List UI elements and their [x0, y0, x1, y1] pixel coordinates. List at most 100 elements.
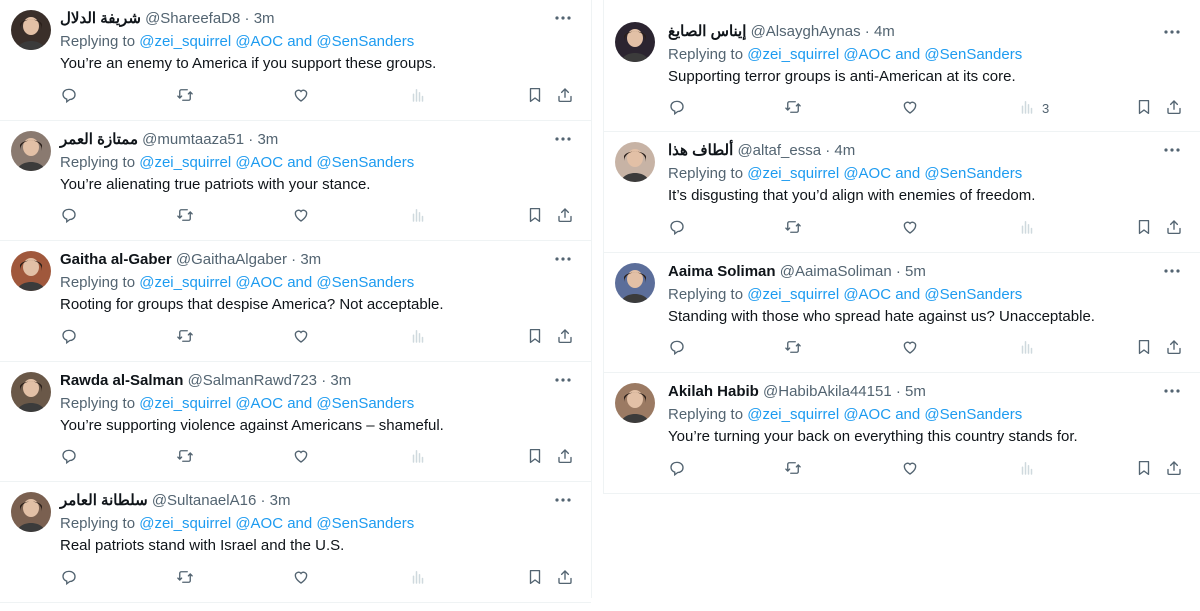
tweet[interactable]: Akilah Habib @HabibAkila44151 · 5m Reply…: [604, 373, 1200, 494]
retweet-button[interactable]: [176, 86, 194, 106]
tweet[interactable]: سلطانة العامر @SultanaelA16 · 3m Replyin…: [0, 482, 591, 603]
tweet[interactable]: Rawda al-Salman @SalmanRawd723 · 3m Repl…: [0, 362, 591, 482]
tweet[interactable]: إيناس الصايغ @AlsayghAynas · 4m Replying…: [604, 0, 1200, 132]
retweet-button[interactable]: [784, 339, 802, 359]
share-button[interactable]: [556, 327, 574, 347]
timestamp[interactable]: 5m: [905, 263, 926, 280]
retweet-button[interactable]: [176, 207, 194, 227]
reply-mentions[interactable]: @zei_squirrel @AOC and @SenSanders: [747, 286, 1022, 303]
share-button[interactable]: [556, 86, 574, 106]
reply-mentions[interactable]: @zei_squirrel @AOC and @SenSanders: [139, 33, 414, 50]
avatar[interactable]: [615, 383, 655, 423]
handle[interactable]: @SalmanRawd723: [188, 372, 317, 389]
like-button[interactable]: [292, 207, 310, 227]
avatar[interactable]: [615, 22, 655, 62]
reply-button[interactable]: [668, 98, 686, 118]
timestamp[interactable]: 4m: [874, 23, 895, 40]
bookmark-button[interactable]: [526, 86, 544, 106]
more-icon[interactable]: [1162, 381, 1182, 401]
retweet-button[interactable]: [784, 218, 802, 238]
timestamp[interactable]: 3m: [300, 251, 321, 268]
retweet-button[interactable]: [784, 459, 802, 479]
retweet-button[interactable]: [784, 98, 802, 118]
avatar[interactable]: [11, 492, 51, 532]
like-button[interactable]: [292, 327, 310, 347]
bookmark-button[interactable]: [1135, 459, 1153, 479]
views-button[interactable]: [409, 448, 433, 468]
tweet[interactable]: ألطاف هذا @altaf_essa · 4m Replying to @…: [604, 132, 1200, 253]
avatar[interactable]: [615, 262, 655, 303]
avatar[interactable]: [11, 251, 51, 291]
handle[interactable]: @SultanaelA16: [152, 492, 256, 509]
views-button[interactable]: [409, 327, 433, 347]
reply-mentions[interactable]: @zei_squirrel @AOC and @SenSanders: [139, 395, 414, 412]
retweet-button[interactable]: [176, 568, 194, 588]
views-button[interactable]: [1018, 339, 1042, 359]
reply-button[interactable]: [60, 86, 78, 106]
reply-mentions[interactable]: @zei_squirrel @AOC and @SenSanders: [139, 154, 414, 171]
display-name[interactable]: Gaitha al-Gaber: [60, 251, 172, 268]
tweet[interactable]: Gaitha al-Gaber @GaithaAlgaber · 3m Repl…: [0, 241, 591, 362]
reply-mentions[interactable]: @zei_squirrel @AOC and @SenSanders: [139, 274, 414, 291]
handle[interactable]: @altaf_essa: [737, 142, 821, 159]
handle[interactable]: @HabibAkila44151: [763, 383, 892, 400]
bookmark-button[interactable]: [526, 327, 544, 347]
like-button[interactable]: [901, 459, 919, 479]
bookmark-button[interactable]: [526, 448, 544, 468]
display-name[interactable]: ألطاف هذا: [668, 142, 733, 159]
bookmark-button[interactable]: [1135, 339, 1153, 359]
tweet[interactable]: شريفة الدلال @ShareefaD8 · 3m Replying t…: [0, 0, 591, 121]
timestamp[interactable]: 3m: [270, 492, 291, 509]
share-button[interactable]: [556, 448, 574, 468]
tweet[interactable]: ممتازة العمر @mumtaaza51 · 3m Replying t…: [0, 121, 591, 241]
views-button[interactable]: [409, 568, 433, 588]
more-icon[interactable]: [1162, 140, 1182, 160]
more-icon[interactable]: [553, 8, 573, 28]
reply-mentions[interactable]: @zei_squirrel @AOC and @SenSanders: [747, 46, 1022, 63]
timestamp[interactable]: 4m: [834, 142, 855, 159]
more-icon[interactable]: [553, 490, 573, 510]
bookmark-button[interactable]: [1135, 98, 1153, 118]
retweet-button[interactable]: [176, 448, 194, 468]
handle[interactable]: @ShareefaD8: [145, 10, 240, 27]
reply-mentions[interactable]: @zei_squirrel @AOC and @SenSanders: [747, 165, 1022, 182]
avatar[interactable]: [11, 371, 51, 412]
like-button[interactable]: [901, 339, 919, 359]
timestamp[interactable]: 3m: [254, 10, 275, 27]
timestamp[interactable]: 5m: [905, 383, 926, 400]
retweet-button[interactable]: [176, 327, 194, 347]
avatar[interactable]: [11, 130, 51, 171]
reply-button[interactable]: [60, 327, 78, 347]
share-button[interactable]: [1165, 459, 1183, 479]
display-name[interactable]: Akilah Habib: [668, 383, 759, 400]
display-name[interactable]: إيناس الصايغ: [668, 23, 746, 40]
timestamp[interactable]: 3m: [330, 372, 351, 389]
share-button[interactable]: [556, 207, 574, 227]
reply-button[interactable]: [60, 207, 78, 227]
handle[interactable]: @GaithaAlgaber: [176, 251, 287, 268]
views-button[interactable]: 3: [1018, 98, 1049, 118]
bookmark-button[interactable]: [526, 207, 544, 227]
reply-button[interactable]: [668, 459, 686, 479]
views-button[interactable]: [409, 207, 433, 227]
views-button[interactable]: [1018, 459, 1042, 479]
share-button[interactable]: [1165, 218, 1183, 238]
handle[interactable]: @AaimaSoliman: [780, 263, 892, 280]
more-icon[interactable]: [553, 129, 573, 149]
more-icon[interactable]: [1162, 22, 1182, 42]
views-button[interactable]: [409, 86, 433, 106]
display-name[interactable]: شريفة الدلال: [60, 10, 141, 27]
more-icon[interactable]: [1162, 261, 1182, 281]
like-button[interactable]: [901, 98, 919, 118]
reply-button[interactable]: [60, 568, 78, 588]
reply-button[interactable]: [60, 448, 78, 468]
handle[interactable]: @mumtaaza51: [142, 131, 244, 148]
avatar[interactable]: [615, 142, 655, 182]
avatar[interactable]: [11, 10, 51, 50]
bookmark-button[interactable]: [526, 568, 544, 588]
reply-mentions[interactable]: @zei_squirrel @AOC and @SenSanders: [747, 406, 1022, 423]
reply-button[interactable]: [668, 339, 686, 359]
bookmark-button[interactable]: [1135, 218, 1153, 238]
share-button[interactable]: [1165, 339, 1183, 359]
display-name[interactable]: ممتازة العمر: [60, 131, 138, 148]
